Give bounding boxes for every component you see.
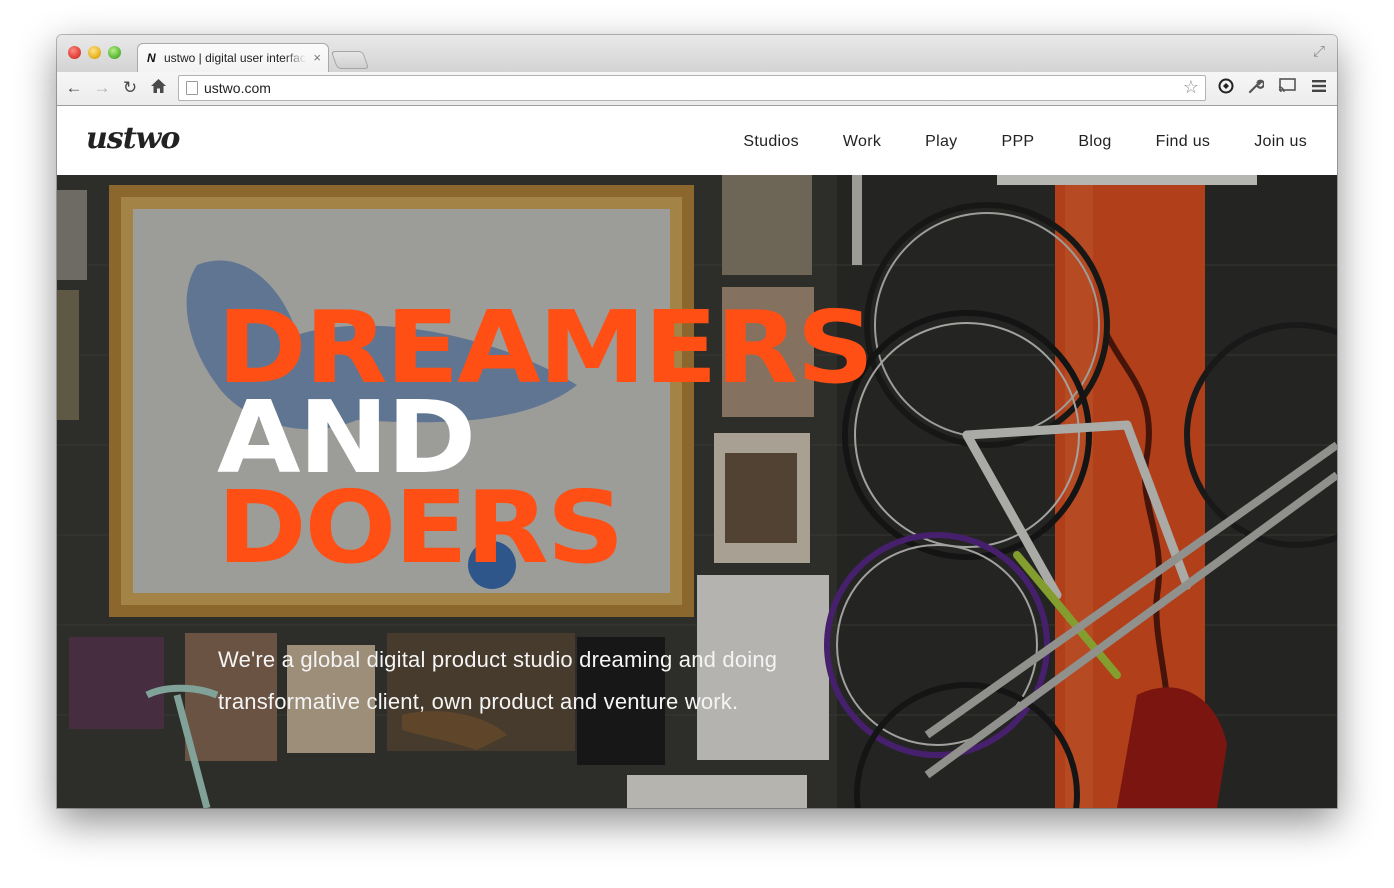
home-icon[interactable] xyxy=(148,78,168,98)
tab-title: ustwo | digital user interface xyxy=(164,51,306,65)
ustwo-favicon-icon: N xyxy=(147,51,156,65)
tab-close-icon[interactable]: × xyxy=(313,50,321,65)
main-nav: Studios Work Play PPP Blog Find us Join … xyxy=(699,133,1307,151)
nav-studios[interactable]: Studios xyxy=(743,133,798,151)
minimize-window-button[interactable] xyxy=(88,46,101,59)
fullscreen-icon[interactable]: ⤢ xyxy=(1313,43,1325,60)
browser-window: N ustwo | digital user interface × ⤢ ← →… xyxy=(57,35,1337,808)
nav-find-us[interactable]: Find us xyxy=(1156,133,1211,151)
back-icon[interactable]: ← xyxy=(64,78,84,98)
wrench-icon[interactable] xyxy=(1246,78,1266,98)
browser-tab[interactable]: N ustwo | digital user interface × xyxy=(137,43,329,73)
new-tab-button[interactable] xyxy=(330,51,370,69)
chrome-extension-icon[interactable] xyxy=(1216,78,1236,98)
nav-work[interactable]: Work xyxy=(843,133,881,151)
hero-section: DREAMERS AND DOERS We're a global digita… xyxy=(57,175,1337,808)
headline-doers: DOERS xyxy=(217,469,625,586)
zoom-window-button[interactable] xyxy=(108,46,121,59)
ustwo-logo[interactable]: ustwo xyxy=(86,121,180,156)
page-icon xyxy=(186,81,198,95)
site-header: ustwo Studios Work Play PPP Blog Find us… xyxy=(57,106,1337,175)
address-bar[interactable]: ustwo.com ☆ xyxy=(178,75,1206,101)
nav-ppp[interactable]: PPP xyxy=(1001,133,1034,151)
menu-icon[interactable] xyxy=(1309,78,1329,98)
hero-headline: DREAMERS AND DOERS xyxy=(217,298,874,586)
nav-play[interactable]: Play xyxy=(925,133,957,151)
close-window-button[interactable] xyxy=(68,46,81,59)
url-text: ustwo.com xyxy=(204,80,271,96)
forward-icon[interactable]: → xyxy=(92,78,112,98)
star-icon[interactable]: ☆ xyxy=(1183,77,1199,98)
nav-blog[interactable]: Blog xyxy=(1078,133,1111,151)
hero-tagline: We're a global digital product studio dr… xyxy=(218,647,778,714)
nav-join-us[interactable]: Join us xyxy=(1254,133,1307,151)
browser-toolbar: ← → ↻ ustwo.com ☆ xyxy=(57,72,1337,106)
cast-icon[interactable] xyxy=(1277,78,1297,98)
tab-strip: N ustwo | digital user interface × ⤢ xyxy=(57,35,1337,73)
reload-icon[interactable]: ↻ xyxy=(120,78,140,98)
